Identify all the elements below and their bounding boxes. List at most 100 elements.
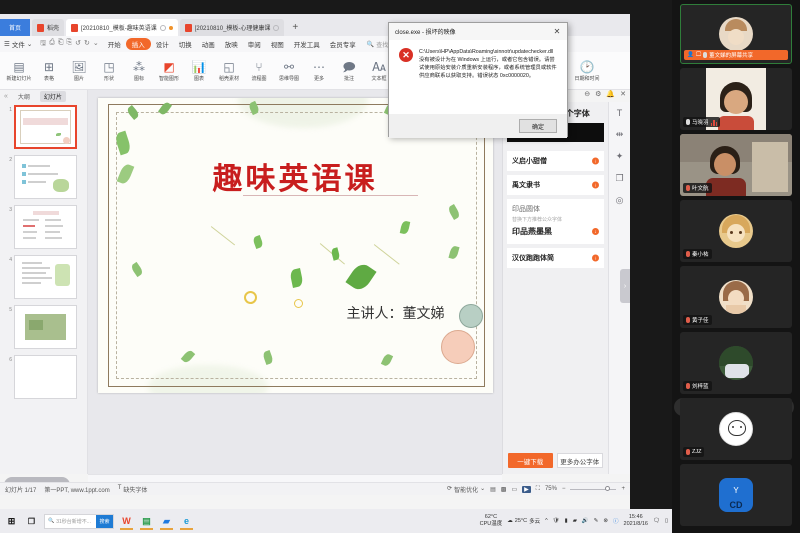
- slideshow-button[interactable]: ▶: [522, 486, 531, 493]
- ribbon-tab-insert[interactable]: 插入: [126, 38, 151, 50]
- effects-tool-icon[interactable]: ✦: [616, 151, 624, 162]
- settings-tool-icon[interactable]: ◎: [616, 195, 624, 206]
- ok-button[interactable]: 确定: [519, 119, 557, 133]
- tab-docer[interactable]: 稻壳: [32, 19, 64, 36]
- cloud-icon[interactable]: ⊗: [603, 518, 608, 524]
- weather-widget[interactable]: ☁ 25°C 多云: [507, 517, 540, 525]
- ribbon-item-docer-material[interactable]: ◱ 稻壳素材: [214, 60, 244, 82]
- slide-title[interactable]: 趣味英语课: [98, 154, 493, 198]
- missing-font-item-1[interactable]: 义启小甜僧 ↓: [507, 151, 604, 171]
- task-view-icon[interactable]: ❐: [24, 513, 39, 530]
- thumbnail-slide-2[interactable]: [14, 155, 77, 199]
- missing-font-status[interactable]: T 缺失字体: [118, 485, 148, 494]
- smart-optimize-button[interactable]: ⟳ 智能优化 ⌄: [447, 485, 485, 494]
- pen-icon[interactable]: ✎: [594, 518, 599, 524]
- settings-gear-icon[interactable]: ⚙: [595, 90, 601, 98]
- participant-tile-7[interactable]: ZJZ: [680, 398, 792, 460]
- zoom-in-button[interactable]: +: [621, 486, 625, 492]
- download-all-fonts-button[interactable]: 一键下载: [508, 453, 553, 468]
- ribbon-tab-member[interactable]: 会员专享: [325, 38, 361, 50]
- undo-icon[interactable]: ↺: [75, 39, 81, 50]
- missing-font-item-4[interactable]: 汉仪跑跑体简 ↓: [507, 248, 604, 268]
- ribbon-item-table[interactable]: ⊞ 表格: [34, 60, 64, 82]
- text-tool-icon[interactable]: T: [617, 108, 623, 118]
- download-badge-icon[interactable]: ↓: [592, 158, 599, 165]
- thumbnail-slide-1[interactable]: [14, 105, 77, 149]
- participant-tile-5[interactable]: 黄子佳: [680, 266, 792, 328]
- tab-presentation-1[interactable]: [20210810_模板-趣味英语课: [66, 19, 178, 36]
- volume-icon[interactable]: 🔊: [582, 518, 589, 524]
- slide-canvas-area[interactable]: 趣味英语课 主讲人：董文娣: [88, 90, 502, 474]
- thumbnail-slide-3[interactable]: [14, 205, 77, 249]
- chevron-down-icon[interactable]: ⌄: [93, 39, 99, 50]
- missing-font-item-2[interactable]: 禹文隶书 ↓: [507, 175, 604, 195]
- ribbon-tab-start[interactable]: 开始: [103, 38, 126, 50]
- ribbon-item-new-slide[interactable]: ▤ 新建幻灯片: [4, 60, 34, 82]
- help-icon[interactable]: ⊖: [584, 90, 590, 98]
- cpu-temperature-widget[interactable]: 62°C CPU温度: [480, 514, 503, 528]
- close-document-icon[interactable]: ✕: [620, 90, 626, 98]
- fit-slide-icon[interactable]: ⛶: [536, 486, 540, 493]
- thumbnail-row[interactable]: 1: [4, 105, 87, 149]
- download-badge-icon[interactable]: ↓: [592, 228, 599, 235]
- zoom-slider-knob[interactable]: [605, 486, 610, 491]
- save-icon[interactable]: 🖫: [40, 39, 46, 50]
- antivirus-icon[interactable]: 🛡: [553, 518, 560, 524]
- zoom-slider[interactable]: [570, 489, 616, 490]
- tab-outline[interactable]: 大纲: [14, 91, 34, 102]
- close-icon[interactable]: ✕: [547, 27, 567, 36]
- taskbar-search-button[interactable]: 搜索: [96, 515, 113, 528]
- thumbnail-slide-6[interactable]: [14, 355, 77, 399]
- taskbar-clock[interactable]: 15:46 2021/8/16: [624, 514, 648, 528]
- battery-icon[interactable]: ▮: [565, 518, 568, 524]
- ribbon-tab-animation[interactable]: 动画: [197, 38, 220, 50]
- download-badge-icon[interactable]: ↓: [592, 182, 599, 189]
- ribbon-item-smartart[interactable]: ◩ 智能图形: [154, 60, 184, 82]
- thumbnail-row[interactable]: 3: [4, 205, 87, 249]
- thumbnail-row[interactable]: 5: [4, 305, 87, 349]
- collapse-panel-icon[interactable]: «: [4, 93, 8, 100]
- ribbon-tab-design[interactable]: 设计: [151, 38, 174, 50]
- info-icon[interactable]: ⓘ: [613, 517, 619, 525]
- ribbon-item-datetime[interactable]: 🕑 日期和时间: [566, 60, 608, 82]
- view-sorter-button[interactable]: ▩: [501, 486, 507, 493]
- windows-start-icon[interactable]: ⊞: [4, 513, 19, 530]
- new-tab-button[interactable]: +: [284, 19, 306, 36]
- ribbon-tab-view[interactable]: 视图: [266, 38, 289, 50]
- collapse-right-panel-button[interactable]: ›: [620, 269, 630, 303]
- thumbnail-slide-4[interactable]: [14, 255, 77, 299]
- view-normal-button[interactable]: ▤: [490, 486, 496, 493]
- download-badge-icon[interactable]: ↓: [592, 255, 599, 262]
- ribbon-tab-developer[interactable]: 开发工具: [289, 38, 325, 50]
- redo-icon[interactable]: ↻: [84, 39, 90, 50]
- thumbnail-slide-5[interactable]: [14, 305, 77, 349]
- tab-home[interactable]: 首页: [0, 19, 30, 36]
- print-icon[interactable]: ⎙: [49, 39, 55, 50]
- taskbar-app-edge[interactable]: e: [179, 513, 194, 530]
- participant-tile-4[interactable]: 秦小祐: [680, 200, 792, 262]
- missing-font-item-3[interactable]: 印品圆体 替换下方推荐公众字体 印品燕墨黑 ↓: [507, 199, 604, 244]
- participant-tile-6[interactable]: 刘梓蓝: [680, 332, 792, 394]
- participant-tile-3[interactable]: 叶文航: [680, 134, 792, 196]
- duplicate-tool-icon[interactable]: ❐: [615, 173, 623, 184]
- tab-slides[interactable]: 幻灯片: [40, 91, 66, 102]
- ribbon-item-shape[interactable]: ◳ 形状: [94, 60, 124, 82]
- thumbnail-row[interactable]: 6: [4, 355, 87, 399]
- ribbon-item-more[interactable]: ⋯ 更多: [304, 60, 334, 82]
- paste-icon[interactable]: ⎘: [66, 39, 72, 50]
- ribbon-item-icon[interactable]: ⁂ 图标: [124, 60, 154, 82]
- thumbnail-list[interactable]: 1 2: [0, 105, 87, 474]
- taskbar-app-wps[interactable]: W: [119, 513, 134, 530]
- ribbon-tab-review[interactable]: 审阅: [243, 38, 266, 50]
- taskbar-app-explorer[interactable]: ▤: [139, 513, 154, 530]
- notification-bell-icon[interactable]: 🔔: [606, 90, 615, 98]
- ribbon-item-comment[interactable]: 🗩 批注: [334, 60, 364, 82]
- ribbon-tab-transition[interactable]: 切换: [174, 38, 197, 50]
- notifications-icon[interactable]: 🗨: [653, 518, 660, 524]
- participant-tile-host[interactable]: 👤 🖵 董文娣的屏幕共享: [680, 4, 792, 64]
- taskbar-app-meeting[interactable]: ▰: [159, 513, 174, 530]
- show-desktop-icon[interactable]: ▯: [665, 518, 668, 524]
- network-icon[interactable]: ▰: [573, 518, 577, 524]
- taskbar-search-box[interactable]: 🔍 31秒台新增不... 搜索: [44, 514, 114, 529]
- print-preview-icon[interactable]: ⎗: [58, 39, 64, 50]
